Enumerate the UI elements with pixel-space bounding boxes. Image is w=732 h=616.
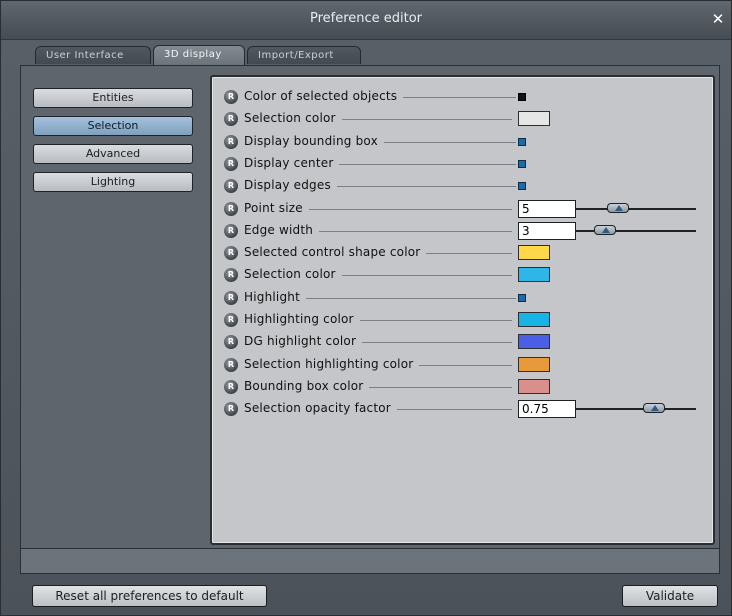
setting-label: DG highlight color: [244, 334, 357, 349]
setting-label: Highlight: [244, 289, 300, 304]
value-input[interactable]: 0.75: [518, 400, 576, 419]
leader-line: [396, 409, 512, 411]
color-swatch[interactable]: [518, 111, 550, 127]
setting-label: Selected control shape color: [244, 245, 421, 260]
reset-setting-button[interactable]: R: [224, 156, 238, 171]
window-title: Preference editor: [309, 11, 423, 26]
setting-checkbox[interactable]: [518, 137, 526, 146]
setting-row: R Edge width 3: [224, 221, 696, 241]
setting-checkbox[interactable]: [518, 293, 526, 302]
leader-line: [341, 119, 512, 121]
reset-setting-button[interactable]: R: [224, 179, 238, 194]
reset-setting-button[interactable]: R: [224, 290, 238, 305]
reset-setting-button[interactable]: R: [224, 379, 238, 394]
setting-label: Selection color: [244, 111, 336, 126]
leader-line: [336, 186, 516, 188]
setting-row: R Display edges: [224, 176, 694, 196]
setting-label: Display center: [244, 155, 334, 170]
setting-row: R Selected control shape color: [224, 243, 694, 263]
category-advanced-button[interactable]: Advanced: [33, 144, 193, 164]
slider-thumb[interactable]: [594, 224, 616, 235]
setting-label: Display edges: [244, 178, 331, 193]
setting-row: R Selection opacity factor 0.75: [224, 399, 696, 419]
category-list: Entities Selection Advanced Lighting: [33, 88, 193, 200]
setting-label: Highlighting color: [244, 312, 354, 326]
leader-line: [319, 230, 512, 232]
color-swatch[interactable]: [518, 312, 550, 327]
value-input[interactable]: 5: [518, 199, 576, 218]
setting-row: R Point size 5: [224, 199, 696, 219]
leader-line: [308, 208, 512, 210]
reset-setting-button[interactable]: R: [224, 268, 238, 283]
tab-user-interface[interactable]: User Interface: [35, 46, 151, 64]
tab-pane: Entities Selection Advanced Lighting R Co…: [20, 65, 720, 574]
setting-label: Point size: [244, 200, 303, 215]
reset-all-button[interactable]: Reset all preferences to default: [32, 585, 267, 607]
leader-line: [339, 163, 516, 165]
reset-setting-button[interactable]: R: [224, 201, 238, 216]
slider-thumb[interactable]: [607, 202, 629, 213]
reset-setting-button[interactable]: R: [224, 134, 238, 149]
setting-row: R Highlight: [224, 288, 694, 308]
value-input[interactable]: 3: [518, 221, 576, 240]
reset-setting-button[interactable]: R: [224, 112, 238, 127]
setting-row: R Selection highlighting color: [224, 355, 694, 375]
setting-label: Edge width: [244, 222, 314, 237]
slider-thumb[interactable]: [643, 403, 665, 414]
color-swatch[interactable]: [518, 245, 550, 261]
title-bar[interactable]: Preference editor ✕: [1, 1, 731, 40]
reset-setting-button[interactable]: R: [224, 313, 238, 327]
reset-setting-button[interactable]: R: [224, 335, 238, 350]
setting-row: R DG highlight color: [224, 332, 694, 352]
tab-3d-display[interactable]: 3D display: [153, 45, 245, 65]
setting-row: R Bounding box color: [224, 377, 694, 397]
leader-line: [362, 342, 512, 344]
setting-checkbox[interactable]: [518, 93, 526, 101]
close-icon[interactable]: ✕: [711, 10, 725, 28]
setting-row: R Color of selected objects: [224, 87, 694, 107]
leader-line: [341, 275, 512, 277]
setting-label: Display bounding box: [244, 133, 378, 148]
setting-label: Selection opacity factor: [244, 401, 391, 416]
reset-setting-button[interactable]: R: [224, 90, 238, 104]
leader-line: [403, 97, 516, 98]
reset-setting-button[interactable]: R: [224, 223, 238, 238]
reset-setting-button[interactable]: R: [224, 402, 238, 417]
setting-row: R Highlighting color: [224, 310, 694, 330]
setting-row: R Selection color: [224, 109, 694, 129]
color-swatch[interactable]: [518, 334, 550, 350]
setting-label: Selection color: [244, 267, 336, 282]
setting-checkbox[interactable]: [518, 159, 526, 168]
reset-setting-button[interactable]: R: [224, 246, 238, 261]
leader-line: [369, 386, 512, 388]
leader-line: [426, 253, 512, 255]
category-lighting-button[interactable]: Lighting: [33, 172, 193, 192]
value-slider[interactable]: [576, 202, 696, 213]
setting-checkbox[interactable]: [518, 182, 526, 191]
value-slider[interactable]: [576, 224, 696, 235]
setting-row: R Display bounding box: [224, 132, 694, 152]
leader-line: [305, 297, 516, 299]
tab-import-export[interactable]: Import/Export: [247, 46, 361, 64]
setting-row: R Display center: [224, 154, 694, 174]
category-entities-button[interactable]: Entities: [33, 88, 193, 108]
setting-label: Bounding box color: [244, 378, 364, 393]
color-swatch[interactable]: [518, 356, 550, 372]
setting-label: Color of selected objects: [244, 89, 398, 103]
color-swatch[interactable]: [518, 267, 550, 283]
color-swatch[interactable]: [518, 378, 550, 394]
leader-line: [419, 364, 512, 366]
leader-line: [359, 320, 512, 321]
reset-setting-button[interactable]: R: [224, 357, 238, 372]
validate-button[interactable]: Validate: [622, 585, 718, 607]
leader-line: [383, 141, 516, 143]
preference-editor-window: Preference editor ✕ User Interface 3D di…: [0, 0, 732, 616]
settings-panel: R Color of selected objects R Selection col…: [210, 75, 715, 545]
value-slider[interactable]: [576, 403, 696, 414]
status-bar: [21, 548, 719, 573]
setting-label: Selection highlighting color: [244, 356, 414, 371]
setting-row: R Selection color: [224, 265, 694, 285]
category-selection-button[interactable]: Selection: [33, 116, 193, 136]
